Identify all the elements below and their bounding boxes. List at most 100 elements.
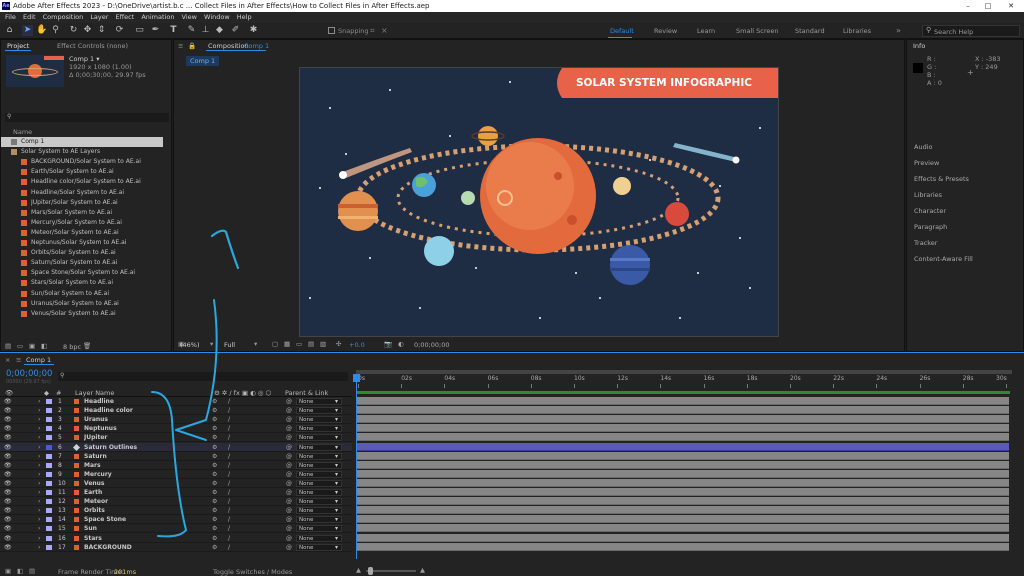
parent-link-header[interactable]: Parent & Link (285, 389, 328, 397)
clone-tool-icon[interactable]: ⊥ (200, 25, 211, 36)
time-ruler[interactable]: 0s 02s 04s 06s 08s 10s 12s 14s 16s 18s 20s 22s 24s 26… (356, 374, 1016, 388)
layer-duration-bar[interactable] (357, 415, 1009, 424)
layer-duration-bar[interactable] (357, 460, 1009, 469)
layer-duration-bar[interactable] (357, 515, 1009, 524)
bpc-label[interactable]: 8 bpc (63, 343, 81, 351)
snapping-checkbox[interactable] (328, 27, 335, 34)
layer-duration-bar[interactable] (357, 469, 1009, 478)
close-button[interactable]: ✕ (1000, 0, 1022, 12)
roto-tool-icon[interactable]: ✐ (230, 25, 241, 36)
adjust-icon[interactable]: ◧ (41, 342, 47, 350)
minimize-button[interactable]: – (958, 0, 978, 12)
dolly-tool-icon[interactable]: ⇕ (96, 25, 107, 36)
menu-layer[interactable]: Layer (90, 12, 108, 23)
layer-duration-bar[interactable] (357, 442, 1009, 451)
panel-preview[interactable]: Preview (914, 159, 939, 167)
channel-icon[interactable]: ▧ (320, 340, 326, 348)
comp-breadcrumb[interactable]: Comp 1 (186, 56, 220, 66)
comp-viewer[interactable]: SOLAR SYSTEM INFOGRAPHIC (299, 67, 779, 337)
snap-options-icon[interactable]: ⌗ (370, 26, 375, 36)
eraser-tool-icon[interactable]: ◆ (214, 25, 225, 36)
project-item-file[interactable]: Sun/Solar System to AE.ai (1, 289, 161, 299)
layer-duration-bar[interactable] (357, 433, 1009, 442)
new-folder-icon[interactable]: ▭ (17, 342, 23, 350)
selection-tool-icon[interactable]: ➤ (22, 25, 33, 36)
pan-tool-icon[interactable]: ✥ (82, 25, 93, 36)
project-item-file[interactable]: Space Stone/Solar System to AE.ai (1, 268, 161, 278)
work-area-bar[interactable] (356, 391, 1010, 394)
cti-handle[interactable] (353, 374, 360, 382)
transparency-grid-icon[interactable]: ▦ (284, 340, 290, 348)
project-item-file[interactable]: Meteor/Solar System to AE.ai (1, 228, 161, 238)
layer-duration-bar[interactable] (357, 406, 1009, 415)
project-item-file[interactable]: Uranus/Solar System to AE.ai (1, 299, 161, 309)
mask-visibility-icon[interactable]: ▭ (296, 340, 302, 348)
switch-toggle-icon[interactable]: ◧ (17, 567, 23, 575)
new-comp-icon[interactable]: ▣ (29, 342, 35, 350)
zoom-out-icon[interactable]: ▲ (356, 566, 361, 574)
grid-guides-icon[interactable]: ▤ (308, 340, 314, 348)
transfer-controls-icon[interactable]: ▤ (29, 567, 35, 575)
workspace-small-screen[interactable]: Small Screen (736, 27, 778, 35)
color-management-icon[interactable]: ✣ (336, 340, 341, 348)
layer-name-header[interactable]: Layer Name (75, 389, 114, 397)
zoom-chevron-down-icon[interactable]: ▾ (210, 340, 213, 348)
snap-toggle-icon[interactable]: ⨯ (381, 26, 388, 35)
project-item-file[interactable]: Saturn/Solar System to AE.ai (1, 258, 161, 268)
layer-duration-bar[interactable] (357, 488, 1009, 496)
puppet-tool-icon[interactable]: ✱ (248, 25, 259, 36)
layer-duration-bar[interactable] (357, 533, 1009, 542)
interpret-footage-icon[interactable]: ▤ (5, 342, 11, 350)
rectangle-tool-icon[interactable]: ▭ (134, 25, 145, 36)
region-of-interest-icon[interactable]: ▢ (272, 340, 278, 348)
delete-icon[interactable]: 🗑 (83, 342, 91, 350)
pen-tool-icon[interactable]: ✒ (150, 25, 161, 36)
name-column-header[interactable]: Name (13, 128, 32, 136)
zoom-slider[interactable] (366, 567, 416, 575)
menu-composition[interactable]: Composition (43, 12, 84, 23)
project-item-file[interactable]: Mercury/Solar System to AE.ai (1, 218, 161, 228)
viewer-timecode[interactable]: 0;00;00;00 (414, 341, 450, 349)
toggle-switches-modes[interactable]: Toggle Switches / Modes (213, 568, 292, 576)
current-time-indicator[interactable] (356, 374, 357, 559)
project-item-file[interactable]: Neptunus/Solar System to AE.ai (1, 238, 161, 248)
layer-duration-bar[interactable] (357, 424, 1009, 433)
project-item-file[interactable]: JUpiter/Solar System to AE.ai (1, 198, 161, 208)
tab-effect-controls[interactable]: Effect Controls (none) (57, 42, 128, 50)
project-item-file[interactable]: Venus/Solar System to AE.ai (1, 309, 161, 319)
menu-effect[interactable]: Effect (116, 12, 135, 23)
zoom-tool-icon[interactable]: ⚲ (50, 25, 61, 36)
show-snapshot-icon[interactable]: ◐ (398, 340, 404, 348)
project-item-file[interactable]: Mars/Solar System to AE.ai (1, 208, 161, 218)
layer-duration-bar[interactable] (357, 524, 1009, 533)
layer-duration-bar[interactable] (357, 542, 1009, 551)
project-item-file[interactable]: Stars/Solar System to AE.ai (1, 278, 161, 288)
layer-duration-bar[interactable] (357, 478, 1009, 487)
brush-tool-icon[interactable]: ✎ (186, 25, 197, 36)
zoom-slider-handle[interactable] (368, 567, 373, 575)
project-item-comp[interactable]: Comp 1 (1, 137, 163, 147)
project-item-file[interactable]: BACKGROUND/Solar System to AE.ai (1, 157, 161, 167)
tab-composition[interactable]: Composition (208, 42, 249, 50)
zoom-dropdown[interactable]: (46%) (180, 341, 200, 349)
maximize-button[interactable]: □ (978, 0, 998, 12)
resolution-dropdown[interactable]: Full (224, 341, 235, 349)
close-tab-icon[interactable]: × (5, 356, 10, 364)
comp-link[interactable]: Comp 1 (244, 42, 269, 50)
project-item-file[interactable]: Headline/Solar System to AE.ai (1, 188, 161, 198)
layer-duration-bar[interactable] (357, 497, 1009, 506)
workspace-default[interactable]: Default (610, 27, 634, 35)
panel-effects-presets[interactable]: Effects & Presets (914, 175, 969, 183)
layer-duration-bar[interactable] (357, 397, 1009, 405)
menu-edit[interactable]: Edit (23, 12, 36, 23)
timeline-search-input[interactable]: ⚲ (58, 372, 348, 381)
menu-view[interactable]: View (182, 12, 197, 23)
project-search-input[interactable]: ⚲ (5, 113, 169, 122)
lock-icon[interactable]: 🔒 (188, 42, 196, 50)
render-settings-icon[interactable]: ▣ (5, 567, 11, 575)
workspace-standard[interactable]: Standard (795, 27, 825, 35)
comp-name[interactable]: Comp 1 ▾ (69, 55, 100, 63)
resolution-chevron-down-icon[interactable]: ▾ (254, 340, 257, 348)
home-icon[interactable]: ⌂ (4, 25, 15, 36)
menu-animation[interactable]: Animation (141, 12, 174, 23)
